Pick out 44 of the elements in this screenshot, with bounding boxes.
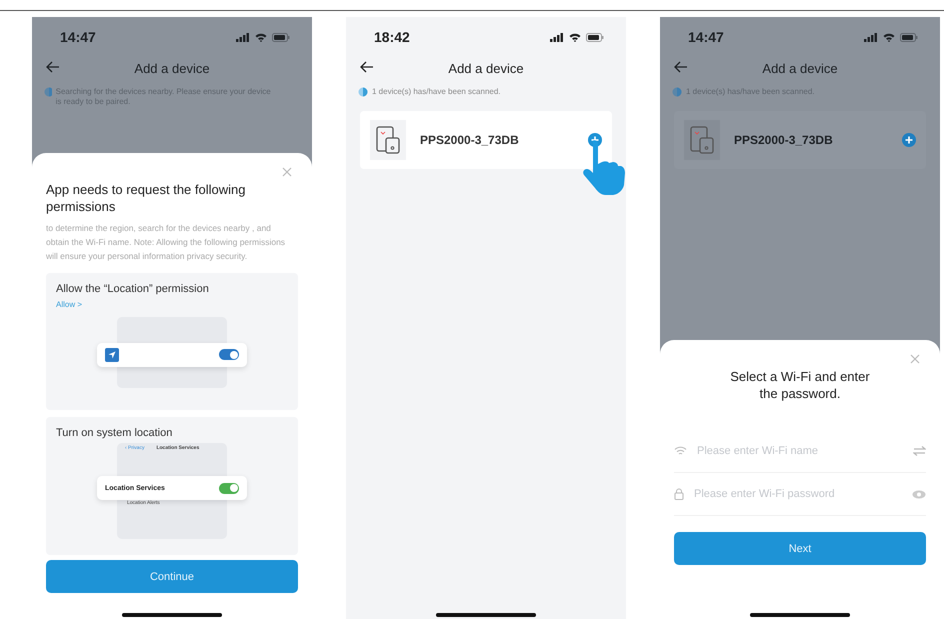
wifi-name-field[interactable]: Please enter Wi-Fi name — [695, 444, 905, 458]
add-icon[interactable] — [902, 133, 916, 147]
device-name: PPS2000-3_73DB — [734, 133, 834, 147]
navigation-icon — [105, 348, 119, 362]
device-icon — [684, 120, 720, 160]
scan-status-text: 1 device(s) has/have been scanned. — [372, 87, 501, 97]
switch-icon[interactable] — [913, 446, 926, 456]
signal-icon — [236, 32, 250, 42]
device-card[interactable]: PPS2000-3_73DB — [674, 111, 926, 169]
signal-icon — [864, 32, 878, 42]
close-icon[interactable] — [282, 167, 292, 177]
lock-icon — [674, 488, 684, 500]
next-button[interactable]: Next — [674, 532, 926, 565]
allow-link[interactable]: Allow > — [56, 300, 288, 309]
sheet-title: Select a Wi-Fi and enter the password. — [729, 368, 871, 402]
loading-icon — [44, 87, 52, 97]
loading-icon — [358, 87, 368, 97]
signal-icon — [550, 32, 564, 42]
screen-title: Add a device — [448, 60, 524, 76]
card-title: Allow the “Location” permission — [56, 283, 210, 295]
device-card[interactable]: PPS2000-3_73DB — [360, 111, 612, 169]
device-icon — [370, 120, 406, 160]
wifi-password-field[interactable]: Please enter Wi-Fi password — [692, 487, 904, 501]
screen-title: Add a device — [762, 60, 838, 76]
wifi-icon — [883, 32, 895, 42]
status-time: 18:42 — [374, 29, 410, 45]
status-time: 14:47 — [60, 29, 96, 45]
sheet-title: App needs to request the following permissions — [46, 181, 246, 215]
wifi-icon — [569, 32, 581, 42]
loading-icon — [672, 87, 682, 97]
battery-icon — [586, 32, 604, 42]
wifi-icon — [255, 32, 267, 42]
battery-icon — [900, 32, 918, 42]
card-title: Turn on system location — [56, 427, 174, 439]
close-icon[interactable] — [910, 354, 920, 364]
sheet-description: to determine the region, search for the devices nearby , and obtain the Wi-Fi name. Note: Allowing the following permissions will ensure your personal information privacy security. — [46, 222, 286, 263]
tapping-hand-icon — [582, 137, 626, 197]
back-arrow-icon[interactable] — [360, 61, 374, 73]
screen-title: Add a device — [134, 60, 210, 76]
continue-button[interactable]: Continue — [46, 560, 298, 593]
battery-icon — [272, 32, 290, 42]
device-name: PPS2000-3_73DB — [420, 133, 520, 147]
wifi-icon — [674, 446, 687, 456]
status-time: 14:47 — [688, 29, 724, 45]
